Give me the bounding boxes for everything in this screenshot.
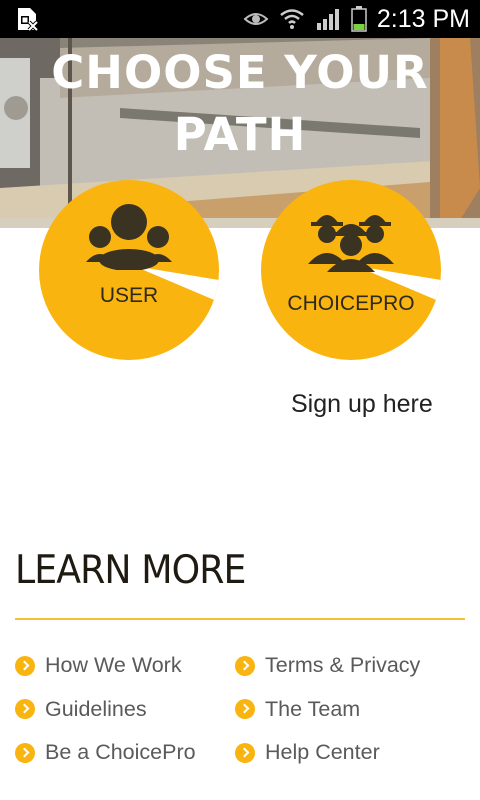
link-the-team[interactable]: The Team	[235, 688, 420, 732]
hero-title-line1: CHOOSE YOUR	[51, 46, 429, 99]
chevron-circle-icon	[235, 742, 255, 763]
user-path-label: USER	[99, 284, 159, 307]
link-label: Terms & Privacy	[265, 653, 421, 678]
chevron-circle-icon	[15, 742, 35, 763]
link-label: Be a ChoicePro	[45, 740, 196, 765]
link-label: Guidelines	[45, 696, 147, 721]
signal-icon	[316, 9, 339, 30]
link-terms-privacy[interactable]: Terms & Privacy	[235, 644, 420, 688]
sign-up-link[interactable]: Sign up here	[291, 390, 433, 419]
choicepro-path-button[interactable]: CHOICEPRO	[261, 180, 441, 360]
link-help-center[interactable]: Help Center	[235, 731, 420, 775]
battery-icon	[351, 6, 367, 32]
eye-icon	[243, 13, 269, 25]
links-column-left: How We Work Guidelines Be a ChoicePro	[15, 644, 196, 775]
link-label: The Team	[265, 696, 361, 721]
chevron-circle-icon	[235, 655, 255, 676]
link-be-a-choicepro[interactable]: Be a ChoicePro	[15, 731, 196, 775]
status-bar: 2:13 PM	[0, 0, 480, 38]
wifi-icon	[280, 9, 304, 29]
workers-hardhat-icon	[308, 215, 394, 272]
chevron-circle-icon	[15, 655, 35, 676]
user-path-button[interactable]: USER	[39, 180, 219, 360]
learn-more-heading: LEARN MORE	[15, 548, 246, 593]
link-guidelines[interactable]: Guidelines	[15, 688, 196, 732]
chevron-circle-icon	[15, 699, 35, 720]
chevron-circle-icon	[235, 699, 255, 720]
links-column-right: Terms & Privacy The Team Help Center	[235, 644, 420, 775]
group-icon	[86, 204, 172, 270]
link-how-we-work[interactable]: How We Work	[15, 644, 196, 688]
status-time: 2:13 PM	[376, 4, 470, 33]
link-label: Help Center	[265, 740, 380, 765]
hero-title: CHOOSE YOUR PATH	[0, 42, 480, 166]
divider	[15, 618, 465, 620]
link-label: How We Work	[45, 653, 182, 678]
hero-title-line2: PATH	[173, 108, 307, 161]
sim-card-x-icon	[18, 8, 39, 32]
choicepro-path-label: CHOICEPRO	[287, 292, 415, 315]
